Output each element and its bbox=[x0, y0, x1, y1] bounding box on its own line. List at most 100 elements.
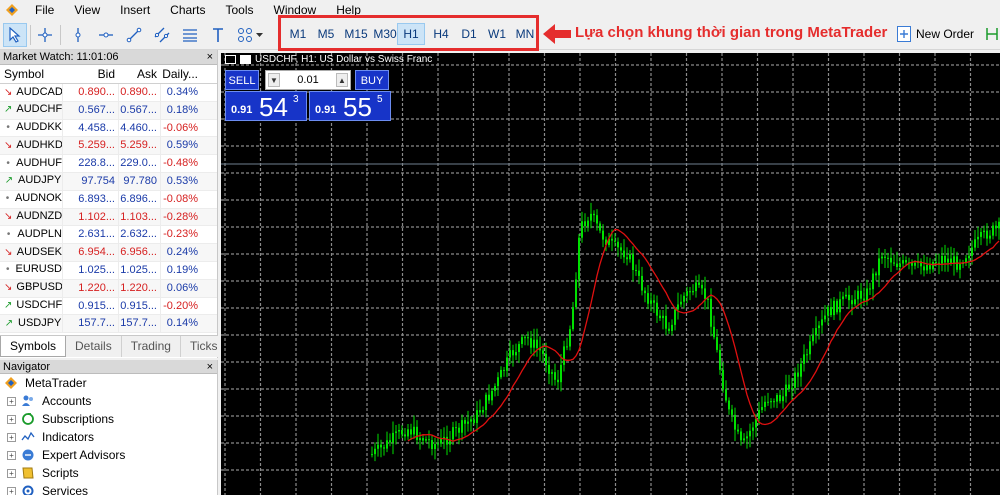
text-tool-button[interactable] bbox=[206, 23, 230, 47]
chart-title: USDCHF, H1: US Dollar vs Swiss Franc bbox=[225, 54, 432, 65]
market-watch-row[interactable]: ↘ AUDSEK 6.954... 6.956... 0.24% bbox=[0, 244, 217, 262]
close-icon[interactable]: × bbox=[207, 360, 217, 373]
candle-body bbox=[944, 255, 946, 263]
column-daily[interactable]: Daily... bbox=[160, 65, 202, 83]
accounts-icon bbox=[20, 393, 36, 409]
candle-body bbox=[458, 427, 460, 433]
arrow-up-icon: ↗ bbox=[4, 317, 14, 329]
tf-m30-button[interactable]: M30 bbox=[371, 23, 399, 45]
dot-icon: • bbox=[6, 122, 10, 134]
expand-icon[interactable]: + bbox=[7, 432, 16, 442]
sell-price[interactable]: 0.91 54 3 bbox=[225, 91, 307, 122]
menu-file[interactable]: File bbox=[25, 0, 64, 20]
metatrader-icon bbox=[3, 375, 19, 391]
navigator-item-subscriptions[interactable]: + Subscriptions bbox=[0, 410, 217, 428]
navigator-title-text: Navigator bbox=[3, 361, 51, 373]
market-watch-row[interactable]: • AUDPLN 2.631... 2.632... -0.23% bbox=[0, 226, 217, 245]
close-icon[interactable]: × bbox=[207, 50, 217, 64]
horizontal-line-button[interactable] bbox=[94, 23, 118, 47]
market-watch-row[interactable]: ↗ AUDCHF 0.567... 0.567... 0.18% bbox=[0, 101, 217, 120]
navigator-item-label: Expert Advisors bbox=[42, 448, 126, 462]
market-watch-row[interactable]: ↘ AUDHKD 5.259... 5.259... 0.59% bbox=[0, 137, 217, 156]
candle-body bbox=[413, 426, 415, 435]
navigator-panel: Navigator × MetaTrader + Accounts + Subscri… bbox=[0, 360, 218, 495]
market-watch-row[interactable]: • AUDDKK 4.458... 4.460... -0.06% bbox=[0, 119, 217, 138]
candle-body bbox=[509, 350, 511, 358]
expand-icon[interactable]: + bbox=[7, 468, 16, 478]
navigator-root[interactable]: MetaTrader bbox=[0, 374, 217, 392]
tab-trading[interactable]: Trading bbox=[122, 336, 181, 357]
row-bid: 1.025... bbox=[62, 261, 118, 279]
shapes-dropdown-button[interactable] bbox=[234, 23, 266, 47]
row-daily: 0.14% bbox=[160, 315, 202, 333]
market-watch-row[interactable]: ↘ GBPUSD 1.220... 1.220... 0.06% bbox=[0, 279, 217, 298]
tf-h1-button[interactable]: H1 bbox=[397, 23, 425, 45]
column-symbol[interactable]: Symbol bbox=[0, 65, 62, 83]
menu-view[interactable]: View bbox=[64, 0, 110, 20]
lot-size-value[interactable]: 0.01 bbox=[297, 74, 318, 86]
candle-body bbox=[788, 384, 790, 390]
expand-icon[interactable]: + bbox=[7, 396, 16, 406]
market-watch-row[interactable]: • EURUSD 1.025... 1.025... 0.19% bbox=[0, 261, 217, 280]
menu-insert[interactable]: Insert bbox=[110, 0, 160, 20]
navigator-item-accounts[interactable]: + Accounts bbox=[0, 392, 217, 410]
tf-mn-button[interactable]: MN bbox=[512, 23, 538, 45]
menu-tools[interactable]: Tools bbox=[216, 0, 264, 20]
candle-body bbox=[611, 238, 613, 241]
channel-button[interactable] bbox=[150, 23, 174, 47]
chart-window[interactable]: USDCHF, H1: US Dollar vs Swiss Franc SEL… bbox=[221, 53, 1000, 495]
tab-details[interactable]: Details bbox=[66, 336, 122, 357]
tab-symbols[interactable]: Symbols bbox=[0, 336, 67, 357]
tf-w1-button[interactable]: W1 bbox=[485, 23, 509, 45]
candle-body bbox=[503, 369, 505, 371]
tf-h4-button[interactable]: H4 bbox=[429, 23, 453, 45]
expand-icon[interactable]: + bbox=[7, 450, 16, 460]
expand-icon[interactable]: + bbox=[7, 486, 16, 495]
navigator-item-indicators[interactable]: + Indicators bbox=[0, 428, 217, 446]
expand-icon[interactable]: + bbox=[7, 414, 16, 424]
tf-m5-button[interactable]: M5 bbox=[314, 23, 338, 45]
row-ask: 97.780 bbox=[118, 172, 160, 190]
row-bid: 97.754 bbox=[62, 172, 118, 190]
fibonacci-button[interactable] bbox=[178, 23, 202, 47]
column-bid[interactable]: Bid bbox=[62, 65, 118, 83]
market-watch-row[interactable]: • AUDHUF 228.8... 229.0... -0.48% bbox=[0, 155, 217, 173]
menu-charts[interactable]: Charts bbox=[160, 0, 215, 20]
candle-body bbox=[629, 254, 631, 260]
tf-m15-button[interactable]: M15 bbox=[341, 23, 371, 45]
candle-body bbox=[710, 298, 712, 327]
algo-trading-icon[interactable] bbox=[984, 26, 1000, 45]
vertical-line-button[interactable] bbox=[66, 23, 90, 47]
cursor-tool-button[interactable] bbox=[3, 23, 27, 47]
candle-body bbox=[836, 300, 838, 313]
buy-price[interactable]: 0.91 55 5 bbox=[309, 91, 391, 122]
candle-body bbox=[947, 258, 949, 263]
market-watch-row[interactable]: ↗ USDJPY 157.7... 157.7... 0.14% bbox=[0, 315, 217, 334]
candle-body bbox=[980, 232, 982, 237]
navigator-item-expert-advisors[interactable]: + Expert Advisors bbox=[0, 446, 217, 464]
navigator-item-scripts[interactable]: + Scripts bbox=[0, 464, 217, 482]
lot-size-stepper[interactable]: ▼ 0.01 ▲ bbox=[265, 70, 351, 90]
tf-d1-button[interactable]: D1 bbox=[457, 23, 481, 45]
tf-m1-button[interactable]: M1 bbox=[286, 23, 310, 45]
new-order-button[interactable]: New Order bbox=[897, 23, 974, 45]
trendline-button[interactable] bbox=[122, 23, 146, 47]
navigator-item-label: Services bbox=[42, 484, 89, 495]
market-watch-row[interactable]: ↘ AUDCAD 0.890... 0.890... 0.34% bbox=[0, 84, 217, 102]
market-watch-row[interactable]: ↗ AUDJPY 97.754 97.780 0.53% bbox=[0, 172, 217, 191]
crosshair-tool-button[interactable] bbox=[33, 23, 57, 47]
navigator-item-services[interactable]: + Services bbox=[0, 482, 217, 495]
candle-body bbox=[875, 273, 877, 276]
market-watch-row[interactable]: ↗ USDCHF 0.915... 0.915... -0.20% bbox=[0, 297, 217, 316]
lot-decrease-button[interactable]: ▼ bbox=[268, 73, 280, 87]
candle-body bbox=[740, 431, 742, 441]
column-ask[interactable]: Ask bbox=[118, 65, 160, 83]
lot-increase-button[interactable]: ▲ bbox=[336, 73, 348, 87]
sell-button[interactable]: SELL bbox=[225, 70, 259, 90]
candle-body bbox=[557, 379, 559, 383]
row-symbol: ↘ GBPUSD bbox=[0, 280, 62, 297]
market-watch-row[interactable]: ↘ AUDNZD 1.102... 1.103... -0.28% bbox=[0, 208, 217, 227]
candle-body bbox=[929, 265, 931, 270]
market-watch-row[interactable]: • AUDNOK 6.893... 6.896... -0.08% bbox=[0, 190, 217, 209]
buy-button[interactable]: BUY bbox=[355, 70, 389, 90]
